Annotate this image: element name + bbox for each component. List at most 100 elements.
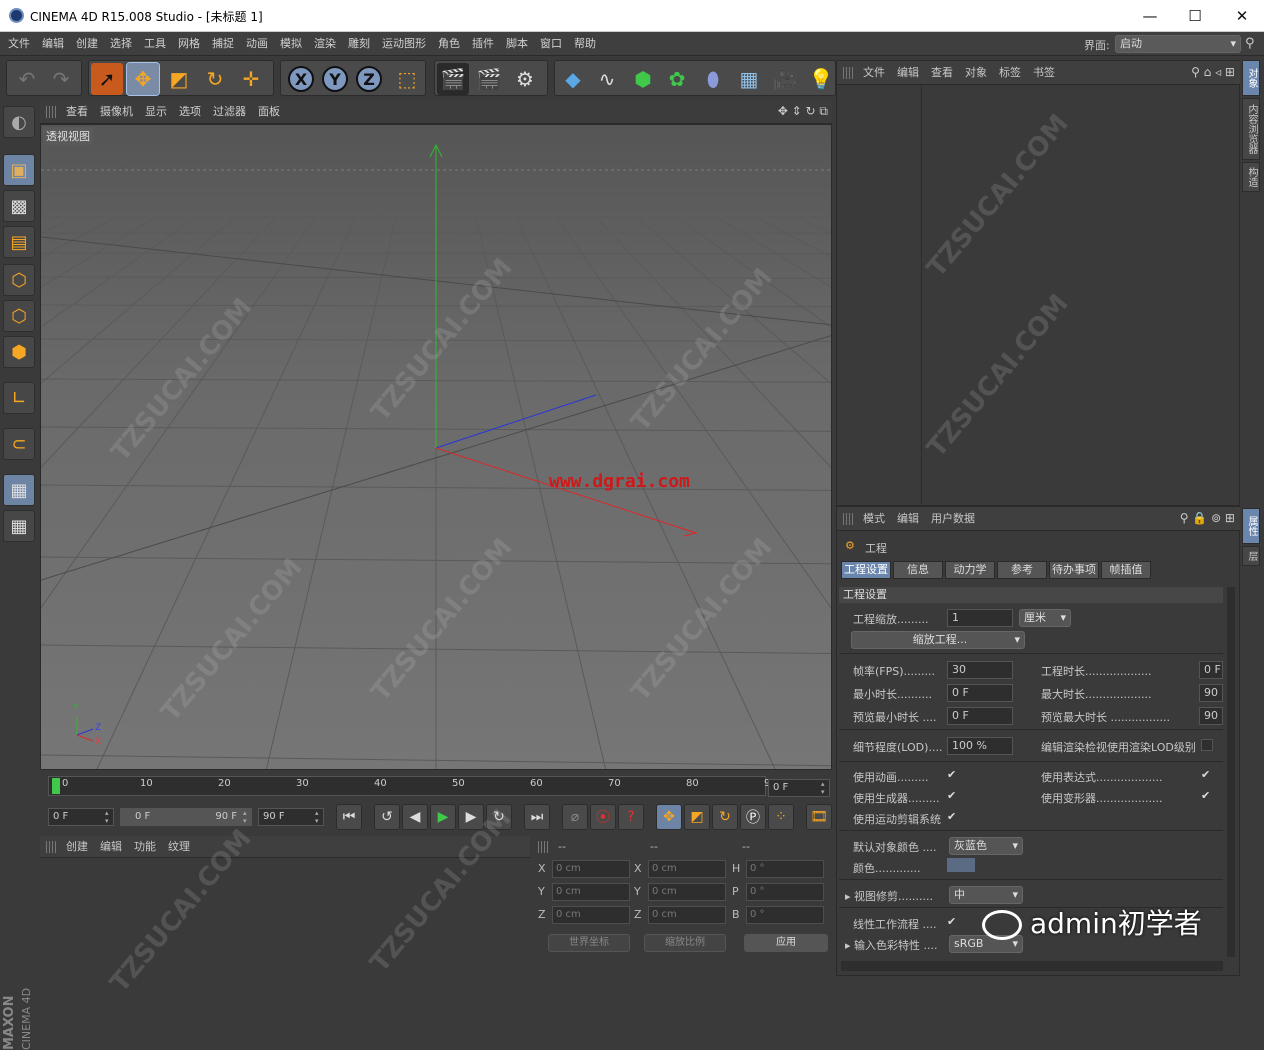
record-keys-icon[interactable]: ⌀: [562, 804, 588, 830]
workplane-rotate-icon[interactable]: ▦: [3, 510, 35, 542]
tab-reference[interactable]: 参考: [997, 561, 1047, 579]
x-axis-icon[interactable]: X: [285, 63, 317, 95]
key-pla-icon[interactable]: ⁘: [768, 804, 794, 830]
light-icon[interactable]: 💡: [805, 63, 837, 95]
menu-item[interactable]: 选择: [104, 32, 138, 56]
tab-info[interactable]: 信息: [893, 561, 943, 579]
viewport-menu-item[interactable]: 过滤器: [207, 100, 252, 123]
min-time-field[interactable]: 0 F: [947, 684, 1013, 702]
dock-tab-structure[interactable]: 构造: [1242, 162, 1260, 192]
use-generators-checkbox[interactable]: ✔: [947, 790, 959, 802]
attribute-menu-item[interactable]: 用户数据: [925, 507, 981, 531]
fps-field[interactable]: 30: [947, 661, 1013, 679]
menu-item[interactable]: 脚本: [500, 32, 534, 56]
texture-mode-icon[interactable]: ▩: [3, 190, 35, 222]
points-mode-icon[interactable]: ⬡: [3, 264, 35, 296]
object-menu-item[interactable]: 文件: [857, 61, 891, 85]
menu-item[interactable]: 窗口: [534, 32, 568, 56]
menu-item[interactable]: 编辑: [36, 32, 70, 56]
object-menu-item[interactable]: 书签: [1027, 61, 1061, 85]
select-arrow-icon[interactable]: ➚: [91, 63, 123, 95]
attribute-manager-tools-icon[interactable]: ⚲ 🔒 ⊚ ⊞: [1180, 511, 1235, 525]
model-mode-icon[interactable]: ▣: [3, 154, 35, 186]
coord-value-field[interactable]: 0 cm: [648, 860, 726, 878]
render-picture-viewer-icon[interactable]: 🎬: [473, 63, 505, 95]
last-tool-icon[interactable]: ✛: [235, 63, 267, 95]
render-view-icon[interactable]: 🎬: [437, 63, 469, 95]
menu-item[interactable]: 捕捉: [206, 32, 240, 56]
menu-item[interactable]: 工具: [138, 32, 172, 56]
coord-value-field[interactable]: 0 cm: [552, 906, 630, 924]
coord-value-field[interactable]: 0 cm: [648, 906, 726, 924]
viewport-menu-item[interactable]: 查看: [60, 100, 94, 123]
snap-magnet-icon[interactable]: ⊂: [3, 428, 35, 460]
viewport-menu-item[interactable]: 选项: [173, 100, 207, 123]
z-axis-icon[interactable]: Z: [353, 63, 385, 95]
close-button[interactable]: ✕: [1222, 4, 1262, 28]
project-scale-field[interactable]: 1: [947, 609, 1013, 627]
workplane-icon[interactable]: ▤: [3, 226, 35, 258]
redo-icon[interactable]: ↷: [45, 63, 77, 95]
apply-button[interactable]: 应用: [744, 934, 828, 952]
preview-min-field[interactable]: 0 F: [947, 707, 1013, 725]
key-rotation-icon[interactable]: ↻: [712, 804, 738, 830]
search-icon[interactable]: ⚲: [1245, 36, 1255, 51]
menu-item[interactable]: 创建: [70, 32, 104, 56]
polygons-mode-icon[interactable]: ⬢: [3, 336, 35, 368]
object-manager-tools-icon[interactable]: ⚲ ⌂ ◃ ⊞: [1191, 65, 1235, 79]
layout-select[interactable]: 启动: [1115, 35, 1241, 53]
next-frame-icon[interactable]: ▶: [458, 804, 484, 830]
max-time-field[interactable]: 90 F: [1199, 684, 1223, 702]
menu-item[interactable]: 帮助: [568, 32, 602, 56]
use-expression-checkbox[interactable]: ✔: [1201, 769, 1213, 781]
minimize-button[interactable]: —: [1130, 4, 1170, 28]
menu-item[interactable]: 渲染: [308, 32, 342, 56]
viewport-menu-item[interactable]: 摄像机: [94, 100, 139, 123]
coord-value-field[interactable]: 0 cm: [552, 860, 630, 878]
tab-key-interpolation[interactable]: 帧插值: [1101, 561, 1151, 579]
menu-item[interactable]: 网格: [172, 32, 206, 56]
goto-start-icon[interactable]: ⏮: [336, 804, 362, 830]
tab-project-settings[interactable]: 工程设置: [841, 561, 891, 579]
object-menu-item[interactable]: 对象: [959, 61, 993, 85]
maximize-button[interactable]: ☐: [1175, 4, 1215, 28]
scale-select[interactable]: 缩放比例: [644, 934, 726, 952]
material-menu-item[interactable]: 功能: [128, 836, 162, 858]
menu-item[interactable]: 角色: [432, 32, 466, 56]
next-key-icon[interactable]: ↻: [486, 804, 512, 830]
play-icon[interactable]: ▶: [430, 804, 456, 830]
object-menu-item[interactable]: 编辑: [891, 61, 925, 85]
dock-tab-attributes[interactable]: 属性: [1242, 508, 1260, 544]
coord-value-field[interactable]: 0 °: [746, 860, 824, 878]
current-frame-field[interactable]: 0 F: [768, 779, 830, 797]
render-lod-checkbox[interactable]: [1201, 739, 1213, 751]
key-position-icon[interactable]: ✥: [656, 804, 682, 830]
material-menu-item[interactable]: 纹理: [162, 836, 196, 858]
attribute-menu-item[interactable]: 模式: [857, 507, 891, 531]
range-slider[interactable]: 0 F 90 F: [120, 808, 252, 826]
spline-pen-icon[interactable]: ∿: [591, 63, 623, 95]
timeline-ruler[interactable]: [48, 776, 766, 796]
use-motion-system-checkbox[interactable]: ✔: [947, 811, 959, 823]
prev-frame-icon[interactable]: ◀: [402, 804, 428, 830]
project-duration-field[interactable]: 0 F: [1199, 661, 1223, 679]
menu-item[interactable]: 动画: [240, 32, 274, 56]
start-frame-field[interactable]: 0 F: [48, 808, 114, 826]
floor-icon[interactable]: ▦: [733, 63, 765, 95]
coord-value-field[interactable]: 0 cm: [648, 883, 726, 901]
menu-item[interactable]: 雕刻: [342, 32, 376, 56]
subdivision-icon[interactable]: ⬢: [627, 63, 659, 95]
material-menu-item[interactable]: 创建: [60, 836, 94, 858]
lod-field[interactable]: 100 %: [947, 737, 1013, 755]
viewport-menu-item[interactable]: 面板: [252, 100, 286, 123]
use-animation-checkbox[interactable]: ✔: [947, 769, 959, 781]
autokey-icon[interactable]: ⦿: [590, 804, 616, 830]
menu-item[interactable]: 插件: [466, 32, 500, 56]
undo-icon[interactable]: ↶: [11, 63, 43, 95]
scale-unit-select[interactable]: 厘米: [1019, 609, 1071, 627]
linear-workflow-checkbox[interactable]: ✔: [947, 916, 959, 928]
attribute-hscrollbar[interactable]: [841, 961, 1223, 971]
prev-key-icon[interactable]: ↺: [374, 804, 400, 830]
workplane-lock-icon[interactable]: ▦: [3, 474, 35, 506]
keyframe-selection-icon[interactable]: ?: [618, 804, 644, 830]
